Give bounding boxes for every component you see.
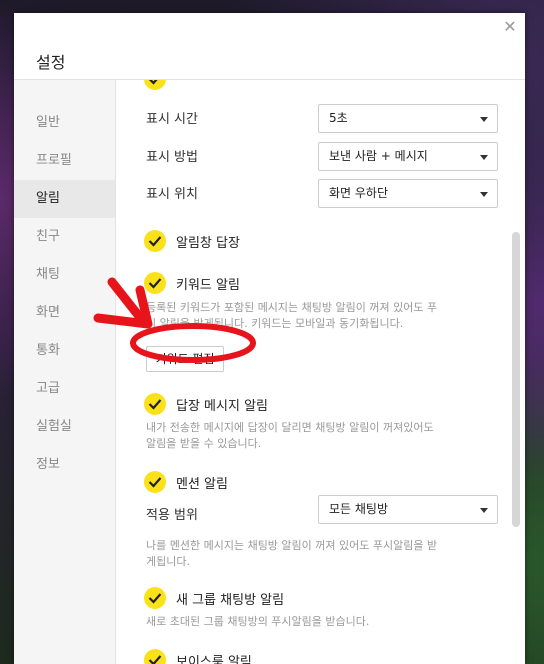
keyword-alert-description: 등록된 키워드가 포함된 메시지는 채팅방 알림이 꺼져 있어도 푸 시 알림을… [146,300,506,332]
mention-alert-description: 나를 멘션한 메시지는 채팅방 알림이 꺼져 있어도 푸시알림을 받 게됩니다. [146,538,506,570]
display-position-value: 화면 우하단 [329,186,389,200]
display-method-label: 표시 방법 [146,150,198,165]
chevron-down-icon [480,155,488,160]
sidebar-item-chat[interactable]: 채팅 [14,256,115,294]
new-group-desc-line1: 새로 초대된 그룹 채팅방의 푸시알림을 받습니다. [146,615,370,628]
check-icon [148,399,162,410]
chevron-down-icon [480,117,488,122]
mention-alert-checkbox[interactable] [144,471,166,493]
mention-scope-label: 적용 범위 [146,508,198,523]
sidebar-item-lab[interactable]: 실험실 [14,408,115,446]
sidebar-item-profile[interactable]: 프로필 [14,142,115,180]
reply-message-alert-checkbox[interactable] [144,393,166,415]
scrollbar-thumb[interactable] [512,232,520,527]
reply-in-popup-checkbox[interactable] [144,230,166,252]
display-time-select[interactable]: 5초 [318,104,498,133]
reply-message-alert-description: 내가 전송한 메시지에 답장이 달리면 채팅방 알림이 꺼져있어도 알림을 받을… [146,420,506,452]
display-time-value: 5초 [329,111,348,125]
mention-scope-value: 모든 채팅방 [329,502,389,516]
sidebar-item-advanced[interactable]: 고급 [14,370,115,408]
chevron-down-icon [480,508,488,513]
sidebar-item-call[interactable]: 통화 [14,332,115,370]
settings-dialog: 설정 ✕ 일반 프로필 알림 친구 채팅 화면 통화 고급 실험실 정보 표시 … [14,13,525,664]
settings-sidebar: 일반 프로필 알림 친구 채팅 화면 통화 고급 실험실 정보 [14,80,116,664]
close-icon[interactable]: ✕ [501,18,519,36]
mention-alert-label: 멘션 알림 [176,477,228,492]
keyword-alert-checkbox[interactable] [144,272,166,294]
mention-scope-select[interactable]: 모든 채팅방 [318,495,498,524]
dialog-title: 설정 [36,53,66,72]
display-method-select[interactable]: 보낸 사람 + 메시지 [318,142,498,171]
new-group-alert-description: 새로 초대된 그룹 채팅방의 푸시알림을 받습니다. [146,614,506,630]
keyword-alert-label: 키워드 알림 [176,278,240,293]
check-icon [148,655,162,664]
check-icon [148,593,162,604]
reply-message-desc-line2: 알림을 받을 수 있습니다. [146,437,262,450]
reply-message-alert-label: 답장 메시지 알림 [176,399,268,414]
check-icon [148,236,162,247]
display-method-value: 보낸 사람 + 메시지 [329,149,428,163]
sidebar-item-friends[interactable]: 친구 [14,218,115,256]
sidebar-item-notifications[interactable]: 알림 [14,180,115,218]
check-icon [148,477,162,488]
new-group-alert-label: 새 그룹 채팅방 알림 [176,593,285,608]
mention-desc-line2: 게됩니다. [146,555,190,568]
voice-room-alert-label: 보이스룸 알림 [176,655,252,664]
keyword-alert-desc-line2: 시 알림을 받게됩니다. 키워드는 모바일과 동기화됩니다. [146,317,404,330]
notifications-panel: 표시 시간 5초 표시 방법 보낸 사람 + 메시지 표시 위치 화면 우하단 … [116,80,525,664]
keyword-edit-button[interactable]: 키워드 편집 [146,346,224,372]
display-time-label: 표시 시간 [146,112,198,127]
reply-message-desc-line1: 내가 전송한 메시지에 답장이 달리면 채팅방 알림이 꺼져있어도 [146,421,434,434]
keyword-alert-desc-line1: 등록된 키워드가 포함된 메시지는 채팅방 알림이 꺼져 있어도 푸 [146,301,438,314]
checkbox-top-partial[interactable] [144,80,166,90]
sidebar-item-info[interactable]: 정보 [14,446,115,484]
chevron-down-icon [480,192,488,197]
mention-desc-line1: 나를 멘션한 메시지는 채팅방 알림이 꺼져 있어도 푸시알림을 받 [146,539,438,552]
reply-in-popup-label: 알림창 답장 [176,236,240,251]
sidebar-item-general[interactable]: 일반 [14,104,115,142]
check-icon [148,278,162,289]
sidebar-item-screen[interactable]: 화면 [14,294,115,332]
display-position-select[interactable]: 화면 우하단 [318,179,498,208]
voice-room-alert-checkbox[interactable] [144,649,166,664]
display-position-label: 표시 위치 [146,187,198,202]
new-group-alert-checkbox[interactable] [144,587,166,609]
